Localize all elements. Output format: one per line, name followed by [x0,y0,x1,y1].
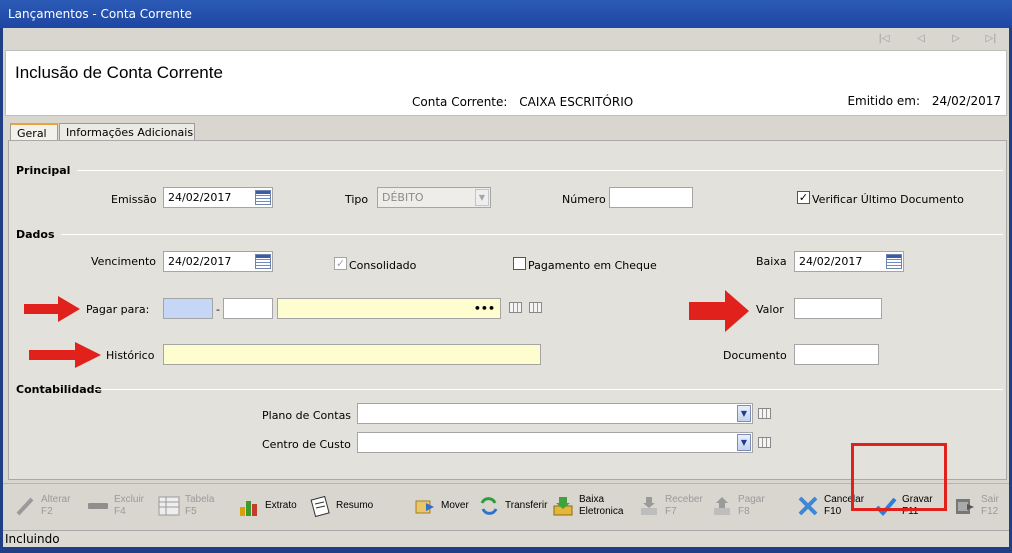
valor-input[interactable] [794,298,882,319]
ellipsis-button[interactable]: ••• [474,302,495,315]
calendar-icon[interactable] [255,254,271,269]
calendar-icon[interactable] [886,254,902,269]
record-navigation-bar: |◁ ◁ ▷ ▷| [3,28,1009,50]
chart-bars-icon [240,501,257,516]
centro-custo-label: Centro de Custo [262,438,351,451]
pencil-icon [16,497,34,516]
last-record-icon[interactable]: ▷| [983,32,999,46]
pagamento-cheque-label: Pagamento em Cheque [528,259,657,272]
tab-informacoes-adicionais[interactable]: Informações Adicionais [59,123,195,141]
historico-label: Histórico [106,349,155,362]
documento-label: Documento [723,349,787,362]
chevron-down-icon: ▼ [475,189,489,206]
section-divider [95,389,1003,390]
vencimento-label: Vencimento [91,255,157,268]
section-principal: Principal [16,164,71,177]
pagar-para-label: Pagar para: [86,303,150,316]
emissao-date-input[interactable]: 24/02/2017 [163,187,273,208]
red-arrow-annotation [689,290,749,332]
baixa-date-input[interactable]: 24/02/2017 [794,251,904,272]
conta-corrente-value: CAIXA ESCRITÓRIO [519,95,634,109]
grid-icon[interactable] [758,437,771,448]
download-box-icon [553,497,573,516]
documento-input[interactable] [794,344,879,365]
vencimento-value: 24/02/2017 [168,255,232,268]
tipo-label: Tipo [345,193,369,206]
pagar-para-sub-input[interactable] [223,298,273,319]
minus-icon [88,503,108,509]
section-divider [61,234,1003,235]
verificar-checkbox[interactable]: ✓ [797,191,810,204]
emitido-value: 24/02/2017 [931,94,1001,108]
conta-corrente-label: Conta Corrente: [412,95,508,109]
chevron-down-icon[interactable]: ▼ [737,405,751,422]
red-arrow-annotation [29,342,101,368]
tipo-value: DÉBITO [382,191,424,204]
grid-icon[interactable] [509,302,522,313]
numero-label: Número [562,193,606,206]
grid-icon[interactable] [529,302,542,313]
conta-corrente-info: Conta Corrente: CAIXA ESCRITÓRIO [412,95,633,109]
emitido-info: Emitido em: 24/02/2017 [847,94,1001,108]
centro-custo-select[interactable]: ▼ [357,432,753,453]
emissao-label: Emissão [111,193,157,206]
red-arrow-annotation [24,296,80,322]
move-folder-icon [415,500,434,514]
consolidado-checkbox: ✓ [334,257,347,270]
cancel-x-icon [798,496,818,516]
plano-contas-label: Plano de Contas [262,409,352,422]
pagar-para-code-input[interactable] [163,298,213,319]
tab-geral[interactable]: Geral [10,123,58,141]
calendar-icon[interactable] [255,190,271,205]
chevron-down-icon[interactable]: ▼ [737,434,751,451]
emitido-label: Emitido em: [847,94,920,108]
first-record-icon[interactable]: |◁ [876,32,892,46]
document-icon [310,495,330,517]
emissao-value: 24/02/2017 [168,191,232,204]
transfer-icon [480,497,498,515]
red-highlight-annotation [851,443,947,511]
tipo-select: DÉBITO ▼ [377,187,491,208]
pay-icon [714,497,730,515]
page-title: Inclusão de Conta Corrente [15,63,223,82]
table-icon [158,496,180,516]
section-contabilidade: Contabilidade [16,383,102,396]
status-text: Incluindo [5,532,60,546]
vencimento-date-input[interactable]: 24/02/2017 [163,251,273,272]
baixa-label: Baixa [756,255,787,268]
status-bar: Incluindo [3,530,1009,547]
section-divider [77,170,1003,171]
receive-icon [641,497,657,515]
exit-icon [956,499,974,514]
consolidado-label: Consolidado [349,259,417,272]
section-dados: Dados [16,228,55,241]
pagar-para-separator: - [216,303,220,316]
form-header: Inclusão de Conta Corrente Conta Corrent… [5,50,1007,116]
next-record-icon[interactable]: ▷ [948,32,964,46]
pagamento-cheque-checkbox[interactable] [513,257,526,270]
historico-input[interactable] [163,344,541,365]
verificar-label: Verificar Último Documento [812,193,964,206]
plano-contas-select[interactable]: ▼ [357,403,753,424]
numero-input[interactable] [609,187,693,208]
pagar-para-name-input[interactable]: ••• [277,298,501,319]
valor-label: Valor [756,303,784,316]
window-title: Lançamentos - Conta Corrente [8,7,192,21]
previous-record-icon[interactable]: ◁ [913,32,929,46]
baixa-value: 24/02/2017 [799,255,863,268]
grid-icon[interactable] [758,408,771,419]
tab-panel-geral: Principal Emissão 24/02/2017 Tipo DÉBITO… [8,140,1007,480]
window-titlebar: Lançamentos - Conta Corrente [0,0,1012,28]
